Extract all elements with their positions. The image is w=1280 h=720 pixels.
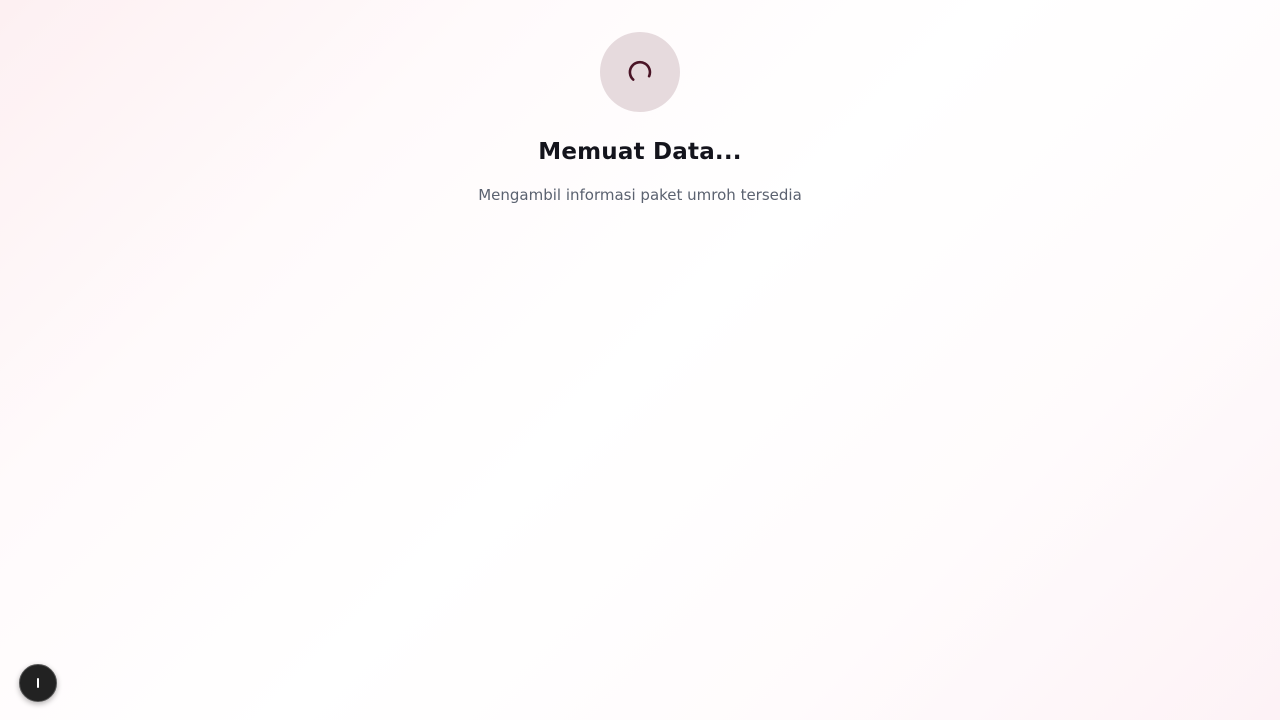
dev-tools-icon	[37, 678, 39, 688]
spinner-icon	[625, 57, 655, 87]
loading-title: Memuat Data...	[538, 139, 742, 165]
loading-subtitle: Mengambil informasi paket umroh tersedia	[478, 186, 802, 204]
spinner-badge	[600, 32, 680, 112]
floating-action-button[interactable]	[19, 664, 57, 702]
loading-container: Memuat Data... Mengambil informasi paket…	[0, 32, 1280, 205]
